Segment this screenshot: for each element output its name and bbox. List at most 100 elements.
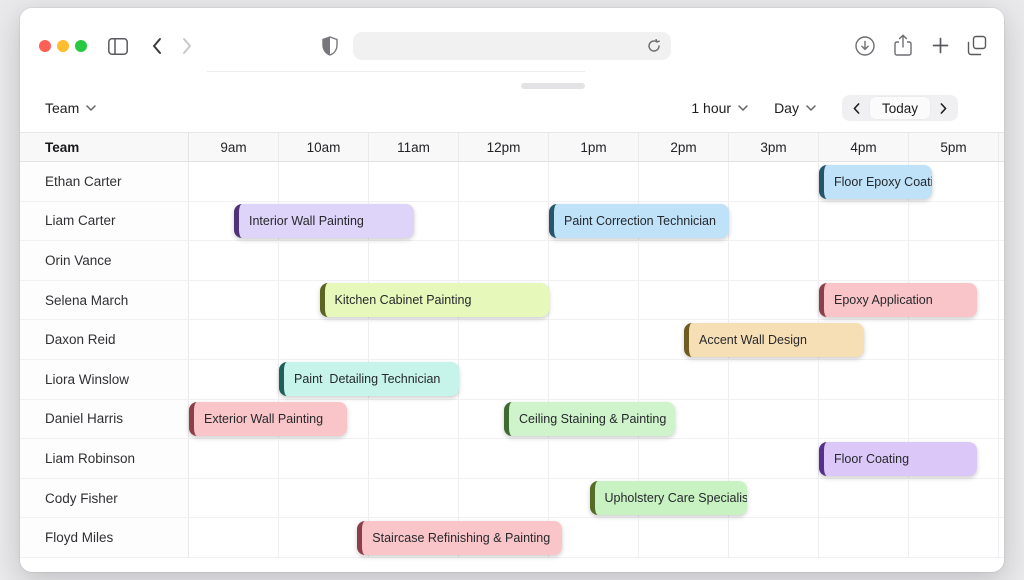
event-title: Interior Wall Painting	[239, 214, 374, 228]
event-title: Epoxy Application	[824, 293, 943, 307]
address-bar[interactable]	[353, 32, 671, 60]
timeline-track: Kitchen Cabinet Painting Epoxy Applicatio…	[189, 281, 1004, 320]
sidebar-toggle-icon[interactable]	[108, 37, 128, 55]
time-header-5pm: 5pm	[909, 133, 999, 161]
desktop-background: Team 1 hour Day Today	[0, 0, 1024, 580]
chevron-down-icon	[806, 105, 816, 111]
event-title: Exterior Wall Painting	[194, 412, 333, 426]
time-header-1pm: 1pm	[549, 133, 639, 161]
event-bar[interactable]: Floor Coating	[819, 442, 977, 476]
back-icon[interactable]	[151, 36, 163, 56]
time-header-10am: 10am	[279, 133, 369, 161]
prev-day-button[interactable]	[844, 97, 870, 119]
time-header-4pm: 4pm	[819, 133, 909, 161]
timeline-track: Floor Epoxy Coating	[189, 162, 1004, 201]
downloads-icon[interactable]	[854, 35, 876, 57]
person-name: Ethan Carter	[20, 162, 189, 201]
timeline-track	[189, 241, 1004, 280]
event-bar[interactable]: Ceiling Staining & Painting	[504, 402, 675, 436]
timeline-track: Exterior Wall Painting Ceiling Staining &…	[189, 400, 1004, 439]
event-title: Paint Detailing Technician	[284, 372, 450, 386]
person-name: Daxon Reid	[20, 320, 189, 359]
person-name: Liam Robinson	[20, 439, 189, 478]
time-header-11am: 11am	[369, 133, 459, 161]
new-tab-icon[interactable]	[932, 37, 949, 54]
schedule-row: Floyd Miles Staircase Refinishing & Paint…	[20, 518, 1004, 558]
chevron-right-icon	[940, 103, 947, 114]
next-day-button[interactable]	[930, 97, 956, 119]
schedule-row: Liora Winslow Paint Detailing Technician	[20, 360, 1004, 400]
tab-strip-divider	[207, 71, 585, 72]
person-name: Liora Winslow	[20, 360, 189, 399]
event-bar[interactable]: Paint Correction Technician	[549, 204, 729, 238]
app-toolbar: Team 1 hour Day Today	[20, 93, 1004, 123]
event-bar[interactable]: Kitchen Cabinet Painting	[320, 283, 550, 317]
person-name: Daniel Harris	[20, 400, 189, 439]
time-header-3pm: 3pm	[729, 133, 819, 161]
event-bar[interactable]: Interior Wall Painting	[234, 204, 414, 238]
header-filler	[999, 133, 1004, 161]
event-bar[interactable]: Staircase Refinishing & Painting	[357, 521, 562, 555]
view-dropdown-label: Day	[774, 100, 799, 116]
chevron-down-icon	[86, 105, 96, 111]
event-bar[interactable]: Paint Detailing Technician	[279, 362, 459, 396]
schedule-row: Cody Fisher Upholstery Care Specialist	[20, 479, 1004, 519]
zoom-window-button[interactable]	[75, 40, 87, 52]
chevron-left-icon	[853, 103, 860, 114]
timeline-track: Paint Detailing Technician	[189, 360, 1004, 399]
event-title: Upholstery Care Specialist	[595, 491, 748, 505]
person-name: Liam Carter	[20, 202, 189, 241]
schedule-rows: Ethan Carter Floor Epoxy Coating Liam Cart…	[20, 162, 1004, 558]
chevron-down-icon	[738, 105, 748, 111]
schedule-row: Orin Vance	[20, 241, 1004, 281]
time-header-9am: 9am	[189, 133, 279, 161]
schedule-row: Liam Carter Interior Wall Painting Paint C…	[20, 202, 1004, 242]
event-bar[interactable]: Epoxy Application	[819, 283, 977, 317]
schedule-row: Liam Robinson Floor Coating	[20, 439, 1004, 479]
today-button[interactable]: Today	[870, 97, 930, 119]
schedule-header: Team 9am10am11am12pm1pm2pm3pm4pm5pm	[20, 132, 1004, 162]
time-header-2pm: 2pm	[639, 133, 729, 161]
event-bar[interactable]: Upholstery Care Specialist	[590, 481, 748, 515]
browser-window: Team 1 hour Day Today	[20, 8, 1004, 572]
browser-chrome	[20, 8, 1004, 84]
time-header-12pm: 12pm	[459, 133, 549, 161]
timeline-track: Interior Wall Painting Paint Correction T…	[189, 202, 1004, 241]
view-dropdown[interactable]: Day	[774, 100, 816, 116]
event-title: Floor Coating	[824, 452, 919, 466]
schedule-row: Selena March Kitchen Cabinet Painting Epox…	[20, 281, 1004, 321]
event-bar[interactable]: Floor Epoxy Coating	[819, 165, 932, 199]
schedule-row: Ethan Carter Floor Epoxy Coating	[20, 162, 1004, 202]
schedule-row: Daniel Harris Exterior Wall Painting Ceili…	[20, 400, 1004, 440]
event-title: Kitchen Cabinet Painting	[325, 293, 482, 307]
event-title: Staircase Refinishing & Painting	[362, 531, 560, 545]
team-dropdown-label: Team	[45, 100, 79, 116]
person-name: Orin Vance	[20, 241, 189, 280]
minimize-window-button[interactable]	[57, 40, 69, 52]
close-window-button[interactable]	[39, 40, 51, 52]
interval-dropdown[interactable]: 1 hour	[691, 100, 748, 116]
timeline-track: Floor Coating	[189, 439, 1004, 478]
event-title: Paint Correction Technician	[554, 214, 726, 228]
event-title: Floor Epoxy Coating	[824, 175, 932, 189]
interval-dropdown-label: 1 hour	[691, 100, 731, 116]
team-dropdown[interactable]: Team	[45, 100, 96, 116]
reload-icon[interactable]	[644, 36, 664, 56]
drag-handle-pill	[521, 83, 585, 89]
event-bar[interactable]: Exterior Wall Painting	[189, 402, 347, 436]
person-name: Floyd Miles	[20, 518, 189, 557]
timeline-track: Upholstery Care Specialist	[189, 479, 1004, 518]
team-column-header: Team	[20, 133, 189, 161]
event-title: Accent Wall Design	[689, 333, 817, 347]
schedule-grid: Team 9am10am11am12pm1pm2pm3pm4pm5pm Etha…	[20, 132, 1004, 558]
forward-icon[interactable]	[181, 36, 193, 56]
date-navigator: Today	[842, 95, 958, 121]
event-bar[interactable]: Accent Wall Design	[684, 323, 864, 357]
privacy-shield-icon[interactable]	[322, 36, 338, 56]
person-name: Selena March	[20, 281, 189, 320]
schedule-row: Daxon Reid Accent Wall Design	[20, 320, 1004, 360]
person-name: Cody Fisher	[20, 479, 189, 518]
timeline-track: Accent Wall Design	[189, 320, 1004, 359]
share-icon[interactable]	[894, 34, 912, 57]
tab-overview-icon[interactable]	[967, 35, 987, 56]
